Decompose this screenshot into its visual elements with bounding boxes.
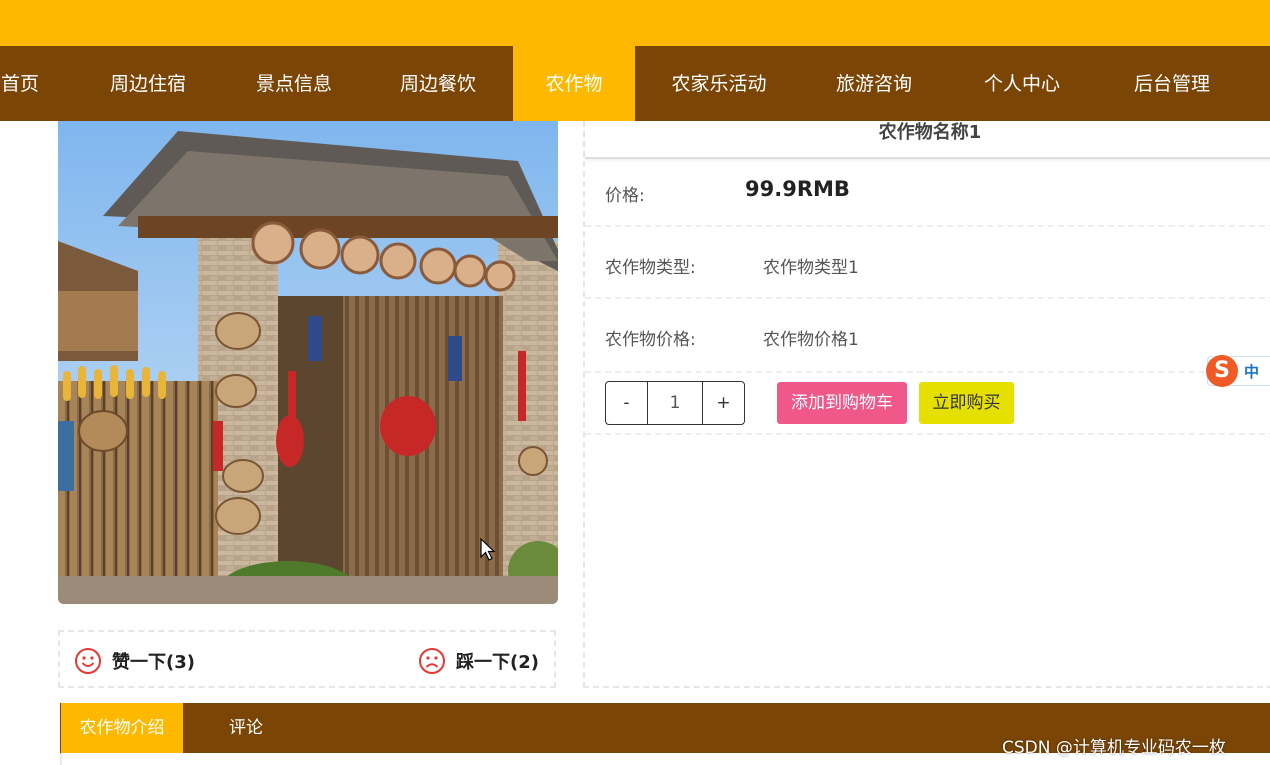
tab-comments[interactable]: 评论 <box>198 703 294 753</box>
product-title: 农作物名称1 <box>585 121 1270 159</box>
increase-button[interactable]: + <box>703 382 744 424</box>
nav-item-consult[interactable]: 旅游咨询 <box>822 46 926 121</box>
nav-item-home[interactable]: 首页 <box>0 46 40 121</box>
quantity-stepper: - + <box>605 381 745 425</box>
decrease-button[interactable]: - <box>606 382 647 424</box>
nav-item-lodging[interactable]: 周边住宿 <box>96 46 200 121</box>
smile-icon <box>75 648 101 674</box>
crop-price-row: 农作物价格: 农作物价格1 <box>585 299 1270 371</box>
frown-icon <box>419 648 445 674</box>
tab-crop-intro[interactable]: 农作物介绍 <box>61 703 183 753</box>
top-banner <box>0 0 1270 46</box>
like-button[interactable]: 赞一下(3) <box>74 646 195 676</box>
ime-language: 中 <box>1244 363 1260 381</box>
sogou-logo-icon: S <box>1206 355 1238 387</box>
main-nav: 首页 周边住宿 景点信息 周边餐饮 农作物 农家乐活动 旅游咨询 个人中心 后台… <box>0 46 1270 121</box>
price-row: 价格: 99.9RMB <box>585 157 1270 227</box>
vote-panel: 赞一下(3) 踩一下(2) <box>58 630 556 688</box>
product-image <box>58 121 558 604</box>
quantity-input[interactable] <box>647 382 703 424</box>
type-row: 农作物类型: 农作物类型1 <box>585 227 1270 299</box>
dislike-count: 踩一下(2) <box>456 652 539 673</box>
buy-now-button[interactable]: 立即购买 <box>919 382 1014 424</box>
crop-type-label: 农作物类型: <box>605 258 696 278</box>
price-value: 99.9RMB <box>745 177 850 201</box>
like-count: 赞一下(3) <box>112 652 195 673</box>
nav-item-activities[interactable]: 农家乐活动 <box>658 46 780 121</box>
nav-item-profile[interactable]: 个人中心 <box>970 46 1074 121</box>
dislike-button[interactable]: 踩一下(2) <box>418 646 539 676</box>
nav-item-admin[interactable]: 后台管理 <box>1120 46 1224 121</box>
add-to-cart-button[interactable]: 添加到购物车 <box>777 382 907 424</box>
nav-item-attractions[interactable]: 景点信息 <box>242 46 346 121</box>
price-label: 价格: <box>605 186 645 206</box>
nav-item-dining[interactable]: 周边餐饮 <box>386 46 490 121</box>
crop-type-value: 农作物类型1 <box>763 258 859 278</box>
product-detail-panel: 农作物名称1 价格: 99.9RMB 农作物类型: 农作物类型1 农作物价格: … <box>583 121 1270 688</box>
crop-price-label: 农作物价格: <box>605 330 696 350</box>
nav-item-crops[interactable]: 农作物 <box>513 46 635 121</box>
ime-toolbar[interactable]: S 中 <box>1206 355 1270 387</box>
mouse-cursor-icon <box>480 538 496 561</box>
watermark: CSDN @计算机专业码农一枚 <box>1002 738 1226 758</box>
crop-price-value: 农作物价格1 <box>763 330 859 350</box>
